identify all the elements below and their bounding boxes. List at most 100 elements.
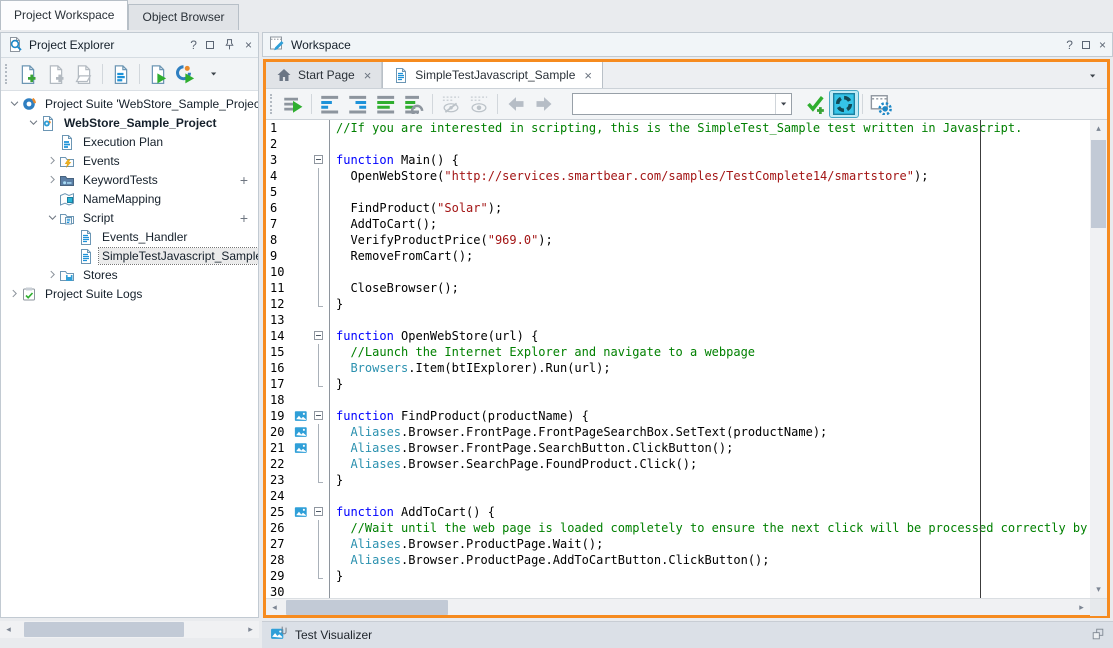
code-line[interactable]: //Launch the Internet Explorer and navig…	[336, 344, 755, 360]
code-line[interactable]: FindProduct("Solar");	[336, 200, 502, 216]
expander-open-icon[interactable]	[7, 97, 21, 111]
code-line[interactable]: }	[336, 568, 343, 584]
fold-column[interactable]	[312, 504, 326, 520]
expander-open-icon[interactable]	[26, 116, 40, 130]
scrollbar-thumb[interactable]	[24, 622, 184, 637]
code-line[interactable]: Aliases.Browser.FrontPage.FrontPageSearc…	[336, 424, 827, 440]
visualizer-image-icon[interactable]	[294, 408, 312, 424]
search-combobox[interactable]	[572, 93, 792, 115]
fold-collapse-icon[interactable]	[314, 331, 323, 340]
main-tab-object-browser[interactable]: Object Browser	[128, 4, 238, 30]
help-icon[interactable]: ?	[190, 39, 197, 51]
tree-item-execution-plan[interactable]: Execution Plan	[1, 132, 258, 151]
expander-open-icon[interactable]	[45, 211, 59, 225]
code-line[interactable]: //Wait until the web page is loaded comp…	[336, 520, 1090, 536]
tree-item-webstore-sample-project[interactable]: WebStore_Sample_Project	[1, 113, 258, 132]
toolbar-drag-handle[interactable]	[5, 64, 10, 84]
run-options-dropdown[interactable]	[200, 61, 228, 87]
close-tab-icon[interactable]: ×	[584, 68, 592, 83]
tree-item-events[interactable]: Events	[1, 151, 258, 170]
add-checkpoint-button[interactable]	[802, 91, 830, 117]
code-line[interactable]: function AddToCart() {	[336, 504, 495, 520]
code-line[interactable]: Aliases.Browser.ProductPage.AddToCartBut…	[336, 552, 770, 568]
scroll-left-arrow[interactable]: ◂	[0, 621, 17, 638]
tree-item-stores[interactable]: Stores	[1, 265, 258, 284]
close-icon[interactable]: ×	[245, 39, 252, 51]
tree-item-namemapping[interactable]: NameMapping	[1, 189, 258, 208]
pin-icon[interactable]	[223, 38, 236, 53]
format-code-button[interactable]	[372, 91, 400, 117]
maximize-icon[interactable]	[1082, 39, 1090, 51]
editor-options-button[interactable]	[867, 91, 895, 117]
tree-item-project-suite-logs[interactable]: Project Suite Logs	[1, 284, 258, 303]
code-line[interactable]: Aliases.Browser.FrontPage.SearchButton.C…	[336, 440, 733, 456]
add-child-button[interactable]: +	[240, 211, 248, 225]
code-line[interactable]: Aliases.Browser.SearchPage.FoundProduct.…	[336, 456, 697, 472]
fold-column[interactable]	[312, 152, 326, 168]
code-line[interactable]: AddToCart();	[336, 216, 437, 232]
scroll-down-arrow[interactable]: ▾	[1090, 581, 1107, 598]
expander-closed-icon[interactable]	[7, 287, 21, 301]
navigate-back-button[interactable]	[502, 91, 530, 117]
record-button[interactable]	[830, 91, 858, 117]
add-child-button[interactable]: +	[240, 173, 248, 187]
scroll-right-arrow[interactable]: ▸	[242, 621, 259, 638]
project-explorer-hscrollbar[interactable]: ◂ ▸	[0, 621, 259, 638]
scroll-up-arrow[interactable]: ▴	[1090, 120, 1107, 137]
help-icon[interactable]: ?	[1066, 39, 1073, 51]
editor-hscrollbar[interactable]: ◂ ▸	[266, 598, 1107, 615]
maximize-icon[interactable]	[206, 39, 214, 51]
test-visualizer-bar[interactable]: Test Visualizer	[262, 621, 1113, 648]
code-editor[interactable]: 1//If you are interested in scripting, t…	[266, 120, 1107, 598]
tree-item-keywordtests[interactable]: KeywordTests+	[1, 170, 258, 189]
tree-item-project-suite-webstore-sample-project-suit[interactable]: Project Suite 'WebStore_Sample_Project_S…	[1, 94, 258, 113]
code-line[interactable]: VerifyProductPrice("969.0");	[336, 232, 553, 248]
code-line[interactable]: CloseBrowser();	[336, 280, 459, 296]
code-line[interactable]: RemoveFromCart();	[336, 248, 473, 264]
code-line[interactable]: Aliases.Browser.ProductPage.Wait();	[336, 536, 603, 552]
document-tab-start-page[interactable]: Start Page×	[266, 62, 382, 88]
code-line[interactable]: function FindProduct(productName) {	[336, 408, 589, 424]
close-tab-icon[interactable]: ×	[364, 68, 372, 83]
add-project-item-button[interactable]	[14, 61, 42, 87]
code-line[interactable]: }	[336, 296, 343, 312]
fold-column[interactable]	[312, 328, 326, 344]
close-icon[interactable]: ×	[1099, 39, 1106, 51]
visualizer-image-icon[interactable]	[294, 440, 312, 456]
run-project-button[interactable]	[144, 61, 172, 87]
scrollbar-thumb[interactable]	[1091, 140, 1106, 228]
execution-plan-button[interactable]	[107, 61, 135, 87]
fold-collapse-icon[interactable]	[314, 411, 323, 420]
code-line[interactable]: }	[336, 472, 343, 488]
code-line[interactable]: OpenWebStore("http://services.smartbear.…	[336, 168, 928, 184]
show-visualizer-frames-button[interactable]	[465, 91, 493, 117]
outdent-button[interactable]	[316, 91, 344, 117]
undo-format-button[interactable]	[400, 91, 428, 117]
code-line[interactable]: function Main() {	[336, 152, 459, 168]
add-new-item-button[interactable]	[42, 61, 70, 87]
float-panel-icon[interactable]	[1091, 627, 1105, 644]
toolbar-drag-handle[interactable]	[270, 94, 275, 114]
tree-item-simpletestjavascript-sample[interactable]: SimpleTestJavascript_Sample	[1, 246, 258, 265]
indent-button[interactable]	[344, 91, 372, 117]
scroll-left-arrow[interactable]: ◂	[266, 599, 283, 616]
code-line[interactable]: }	[336, 376, 343, 392]
fold-column[interactable]	[312, 408, 326, 424]
visualizer-image-icon[interactable]	[294, 424, 312, 440]
tab-list-dropdown[interactable]	[1087, 70, 1099, 85]
scroll-right-arrow[interactable]: ▸	[1073, 599, 1090, 616]
editor-vscrollbar[interactable]: ▴ ▾	[1090, 120, 1107, 598]
run-suite-button[interactable]	[172, 61, 200, 87]
document-tab-simpletestjavascript-sample[interactable]: SimpleTestJavascript_Sample×	[382, 62, 603, 88]
tree-item-script[interactable]: Script+	[1, 208, 258, 227]
expander-closed-icon[interactable]	[45, 154, 59, 168]
run-current-script-button[interactable]	[279, 91, 307, 117]
code-line[interactable]: Browsers.Item(btIExplorer).Run(url);	[336, 360, 611, 376]
scrollbar-thumb[interactable]	[286, 600, 448, 615]
tree-item-events-handler[interactable]: Events_Handler	[1, 227, 258, 246]
hide-visualizer-frames-button[interactable]	[437, 91, 465, 117]
navigate-forward-button[interactable]	[530, 91, 558, 117]
open-item-button[interactable]	[70, 61, 98, 87]
code-line[interactable]: function OpenWebStore(url) {	[336, 328, 538, 344]
search-input[interactable]	[576, 95, 775, 113]
